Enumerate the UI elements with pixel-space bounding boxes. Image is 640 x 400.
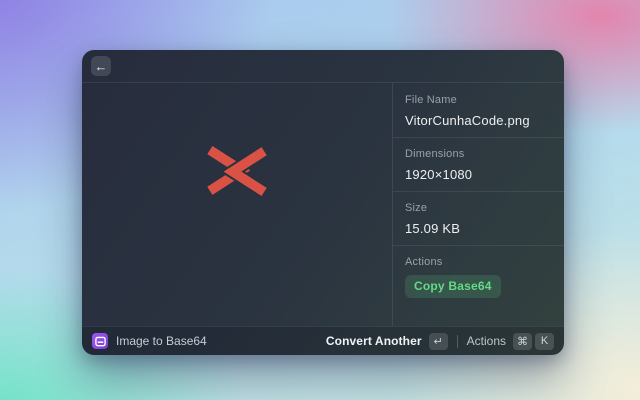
dimensions-value: 1920×1080 [405,167,473,182]
command-key-badge: ⌘ [513,332,532,350]
footer-bar: Image to Base64 Convert Another ↵ Action… [82,326,564,355]
dimensions-section: Dimensions 1920×1080 [393,138,564,191]
dimensions-label: Dimensions [405,148,465,160]
extension-name-label: Image to Base64 [116,334,207,348]
copy-base64-badge[interactable]: Copy Base64 [405,275,501,298]
actions-key-badges: ⌘ K [513,332,554,350]
window-header: ← [82,50,564,83]
desktop-background: { "window": { "header": { "back_icon": "… [0,0,640,400]
actions-menu-label: Actions [466,334,506,348]
size-section: Size 15.09 KB [393,192,564,245]
actions-section: Actions Copy Base64 [393,246,564,307]
k-key-badge: K [535,332,554,350]
size-value: 15.09 KB [405,221,461,236]
image-to-base64-extension-icon [92,333,108,349]
back-arrow-icon: ← [94,58,108,74]
convert-another-button[interactable]: Convert Another ↵ [325,332,448,350]
actions-menu-button[interactable]: Actions ⌘ K [466,332,554,350]
file-name-value: VitorCunhaCode.png [405,113,530,128]
actions-label: Actions [405,256,443,268]
return-key-badge: ↵ [428,332,448,350]
image-preview-pane [82,83,392,326]
footer-divider [456,334,458,348]
file-name-label: File Name [405,94,457,106]
convert-another-label: Convert Another [325,334,422,348]
metadata-panel: File Name VitorCunhaCode.png Dimensions … [392,83,564,326]
file-name-section: File Name VitorCunhaCode.png [393,84,564,137]
raycast-window: ← File Name VitorCunhaCode.png Dimension… [82,50,564,355]
back-button[interactable]: ← [91,56,111,76]
image-icon [94,336,106,346]
x-logo-image [207,145,267,197]
window-main: File Name VitorCunhaCode.png Dimensions … [82,83,564,326]
size-label: Size [405,202,428,214]
